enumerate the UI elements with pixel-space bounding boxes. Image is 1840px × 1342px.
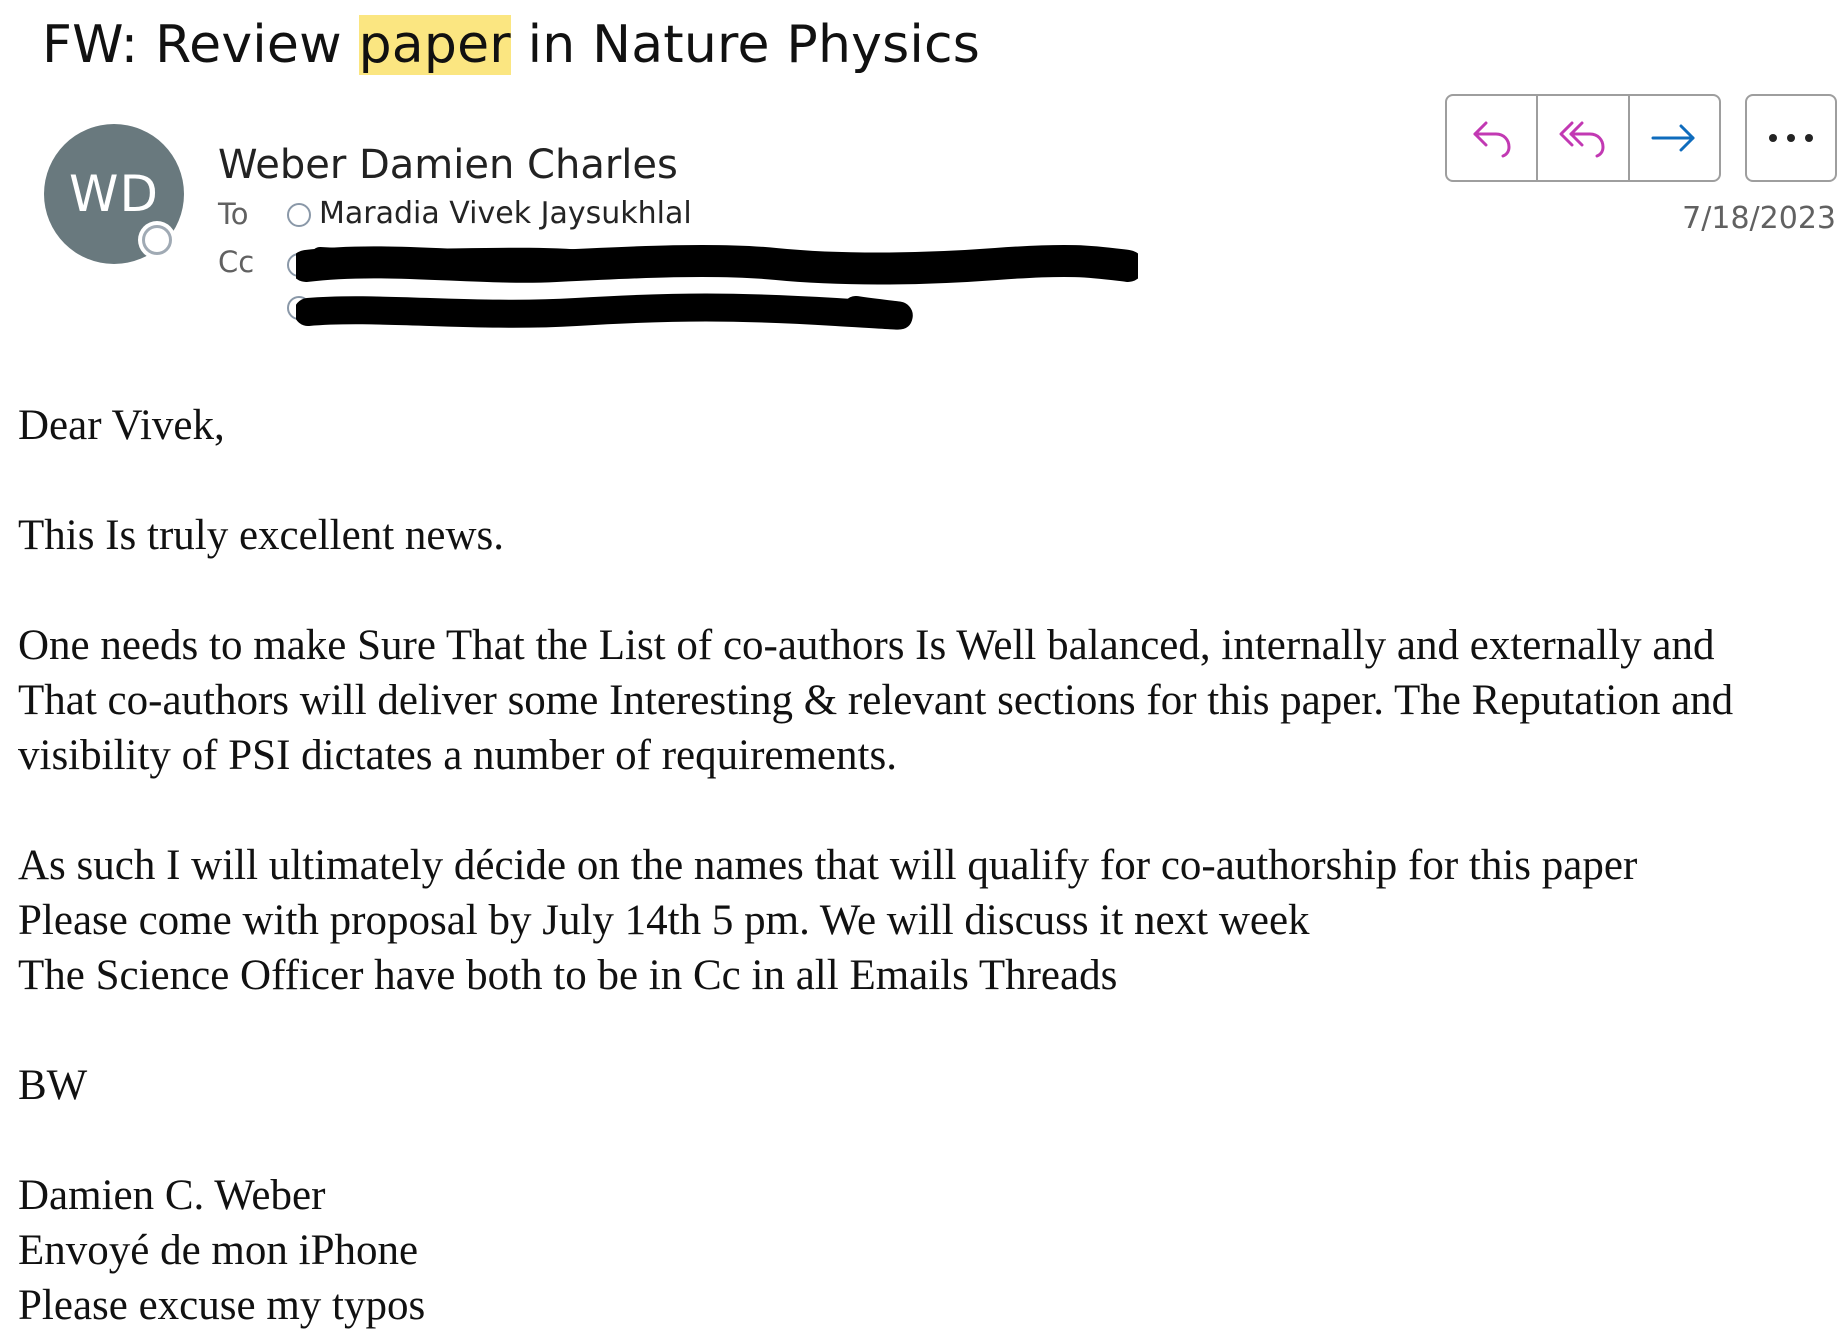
forward-icon xyxy=(1651,124,1695,152)
forward-button[interactable] xyxy=(1627,96,1719,180)
subject-search-highlight: paper xyxy=(358,15,511,75)
subject-suffix: in Nature Physics xyxy=(510,15,981,75)
avatar-initials: WD xyxy=(69,165,159,223)
cc-label: Cc xyxy=(218,245,255,279)
body-line: As such I will ultimately décide on the … xyxy=(18,842,1638,889)
signoff: BW xyxy=(18,1062,88,1109)
body-line: The Science Officer have both to be in C… xyxy=(18,952,1118,999)
subject-prefix: FW: Review xyxy=(42,15,359,75)
to-recipient[interactable]: Maradia Vivek Jaysukhlal xyxy=(319,196,692,232)
received-date: 7/18/2023 xyxy=(1682,201,1836,236)
signature-device: Envoyé de mon iPhone xyxy=(18,1227,419,1274)
body-line: One needs to make Sure That the List of … xyxy=(18,622,1715,669)
more-icon xyxy=(1769,134,1813,142)
recipient-status-icon xyxy=(287,203,311,227)
signature-note: Please excuse my typos xyxy=(18,1282,426,1329)
reply-all-button[interactable] xyxy=(1536,96,1627,180)
signature-name: Damien C. Weber xyxy=(18,1172,326,1219)
more-actions-button[interactable] xyxy=(1745,94,1837,182)
email-subject: FW: Review paper in Nature Physics xyxy=(42,8,980,82)
message-body: Dear Vivek, This Is truly excellent news… xyxy=(18,398,1836,1333)
greeting: Dear Vivek, xyxy=(18,402,225,449)
body-line: That co-authors will deliver some Intere… xyxy=(18,677,1734,724)
reply-button[interactable] xyxy=(1447,96,1536,180)
body-line: This Is truly excellent news. xyxy=(18,512,505,559)
reply-icon xyxy=(1473,121,1511,158)
sender-name[interactable]: Weber Damien Charles xyxy=(218,140,678,190)
body-line: visibility of PSI dictates a number of r… xyxy=(18,732,897,779)
to-label: To xyxy=(218,197,249,231)
redaction-scribble xyxy=(296,244,1138,330)
body-line: Please come with proposal by July 14th 5… xyxy=(18,897,1310,944)
presence-status-icon xyxy=(142,225,172,255)
message-actions xyxy=(1445,94,1721,182)
reply-all-icon xyxy=(1559,121,1605,158)
